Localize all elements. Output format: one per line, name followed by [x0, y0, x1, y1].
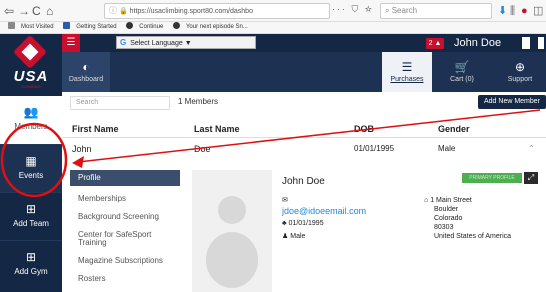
sidebar-item-add-gym[interactable]: ⊞ Add Gym — [0, 240, 62, 288]
reload-icon[interactable]: C — [32, 3, 41, 19]
col-gender[interactable]: Gender — [438, 124, 470, 134]
top-nav: ◐ Dashboard ☰ Purchases 🛒 Cart (0) ⊕ Sup… — [62, 52, 546, 92]
download-icon[interactable]: ⬇ — [498, 3, 507, 19]
users-icon: 👥 — [23, 105, 39, 119]
avatar — [192, 170, 272, 292]
main-content: Search 1 Members Add New Member First Na… — [62, 92, 546, 292]
bookmarks-bar: Most Visited Getting Started Continue Yo… — [0, 22, 546, 34]
sidebar-icon[interactable]: ◫ — [533, 3, 543, 19]
browser-search-input[interactable]: ⌕ Search — [380, 3, 492, 19]
profile-address: ⌂ 1 Main Street Boulder Colorado 80303 U… — [424, 197, 512, 240]
add-new-member-button[interactable]: Add New Member — [478, 95, 546, 109]
tab-support[interactable]: ⊕ Support — [498, 52, 542, 92]
expand-icon[interactable]: ⤢ — [524, 172, 538, 184]
chevron-up-icon[interactable]: ⌃ — [528, 144, 535, 153]
extension-icon[interactable]: ● — [521, 3, 528, 19]
gear-icon — [8, 22, 15, 29]
cell-gender: Male — [438, 144, 456, 153]
profile-gender: ♟ Male — [282, 233, 306, 240]
menu-icon[interactable]: ☰ — [62, 34, 80, 52]
app-sidebar: USA CLIMBING 👥 Members ▦ Events ⊞ Add Te… — [0, 34, 62, 292]
submenu-safesport-training[interactable]: Training — [70, 238, 180, 248]
profile-email[interactable]: jdoe@idoeemail.com — [282, 206, 366, 216]
cell-last-name: Doe — [194, 144, 211, 154]
logo-text: USA — [13, 68, 49, 85]
list-icon: ☰ — [401, 60, 413, 74]
app-header: ☰ G Select Language ▼ 2 ▲ John Doe — [62, 34, 546, 52]
submenu-background-screening[interactable]: Background Screening — [70, 212, 180, 222]
submenu-rosters[interactable]: Rosters — [70, 274, 180, 284]
library-icon[interactable]: ⫼ — [510, 3, 515, 19]
screen: ⇦ → C ⌂ ⓘ 🔒 https://usaclimbing.sport80.… — [0, 0, 546, 292]
bookmark-most-visited[interactable]: Most Visited — [4, 22, 54, 30]
sidebar-item-add-team[interactable]: ⊞ Add Team — [0, 192, 62, 240]
notification-badge[interactable]: 2 ▲ — [426, 38, 444, 49]
profile-dob: ♣ 01/01/1995 — [282, 220, 324, 227]
tab-cart[interactable]: 🛒 Cart (0) — [440, 52, 484, 92]
bookmark-continue[interactable]: Continue — [122, 22, 163, 30]
person-icon: ♟ — [282, 233, 291, 240]
url-bar[interactable]: ⓘ 🔒 https://usaclimbing.sport80.com/dash… — [104, 3, 330, 19]
sidebar-item-members[interactable]: 👥 Members — [0, 96, 62, 144]
forward-arrow-icon[interactable]: → — [18, 3, 30, 19]
home-icon[interactable]: ⌂ — [46, 3, 53, 19]
chevron-down-icon: ▼ — [184, 40, 192, 47]
primary-profile-badge: PRIMARY PROFILE — [462, 173, 522, 183]
lock-icon: 🔒 — [118, 8, 128, 15]
back-arrow-icon[interactable]: ⇦ — [4, 3, 14, 19]
tab-purchases[interactable]: ☰ Purchases — [382, 52, 432, 92]
info-icon: ⓘ — [109, 6, 117, 15]
tab-dashboard[interactable]: ◐ Dashboard — [62, 52, 110, 92]
play-icon — [172, 22, 180, 29]
dashboard-icon: ◐ — [82, 60, 90, 74]
language-select[interactable]: G Select Language ▼ — [116, 36, 256, 49]
profile-name: John Doe — [282, 176, 325, 187]
google-icon: G — [120, 38, 127, 47]
table-row[interactable]: John Doe 01/01/1995 Male ⌃ — [62, 142, 546, 160]
submenu-memberships[interactable]: Memberships — [70, 194, 180, 204]
header-menu-icon[interactable] — [522, 37, 530, 49]
calendar-icon: ▦ — [25, 154, 37, 168]
members-table-header: First Name Last Name DOB Gender — [62, 122, 546, 138]
play-icon — [126, 22, 134, 29]
submenu-profile[interactable]: Profile — [70, 170, 180, 186]
member-submenu: Profile Memberships Background Screening… — [70, 170, 180, 292]
members-search-input[interactable]: Search — [70, 96, 170, 110]
header-more-icon[interactable] — [538, 37, 544, 49]
support-icon: ⊕ — [514, 60, 526, 74]
url-text: https://usaclimbing.sport80.com/dashbo — [129, 8, 253, 15]
members-count: 1 Members — [178, 97, 219, 106]
username[interactable]: John Doe — [454, 35, 501, 51]
cart-icon: 🛒 — [454, 60, 470, 74]
plus-square-icon: ⊞ — [25, 250, 37, 264]
usa-climbing-logo[interactable]: USA CLIMBING — [6, 35, 56, 89]
sidebar-item-events[interactable]: ▦ Events — [0, 144, 62, 192]
browser-toolbar: ⇦ → C ⌂ ⓘ 🔒 https://usaclimbing.sport80.… — [0, 0, 546, 22]
avatar-placeholder-icon — [206, 196, 258, 288]
submenu-magazine[interactable]: Magazine Subscriptions — [70, 256, 180, 266]
user-icon: ▲ — [432, 40, 442, 47]
page-actions[interactable]: ··· ⛉ ☆ — [332, 4, 374, 15]
logo-subtext: CLIMBING — [21, 84, 41, 89]
email-icon: ✉ — [282, 197, 288, 204]
col-first-name[interactable]: First Name — [72, 124, 119, 134]
cell-first-name: John — [72, 144, 92, 154]
col-last-name[interactable]: Last Name — [194, 124, 240, 134]
bookmark-next-episode[interactable]: Your next episode Sn... — [169, 22, 248, 30]
bookmark-getting-started[interactable]: Getting Started — [59, 22, 117, 30]
search-icon: ⌕ — [385, 6, 392, 15]
plus-square-icon: ⊞ — [25, 202, 37, 216]
col-dob[interactable]: DOB — [354, 124, 374, 134]
cell-dob: 01/01/1995 — [354, 144, 395, 153]
bookmark-icon — [63, 22, 71, 29]
